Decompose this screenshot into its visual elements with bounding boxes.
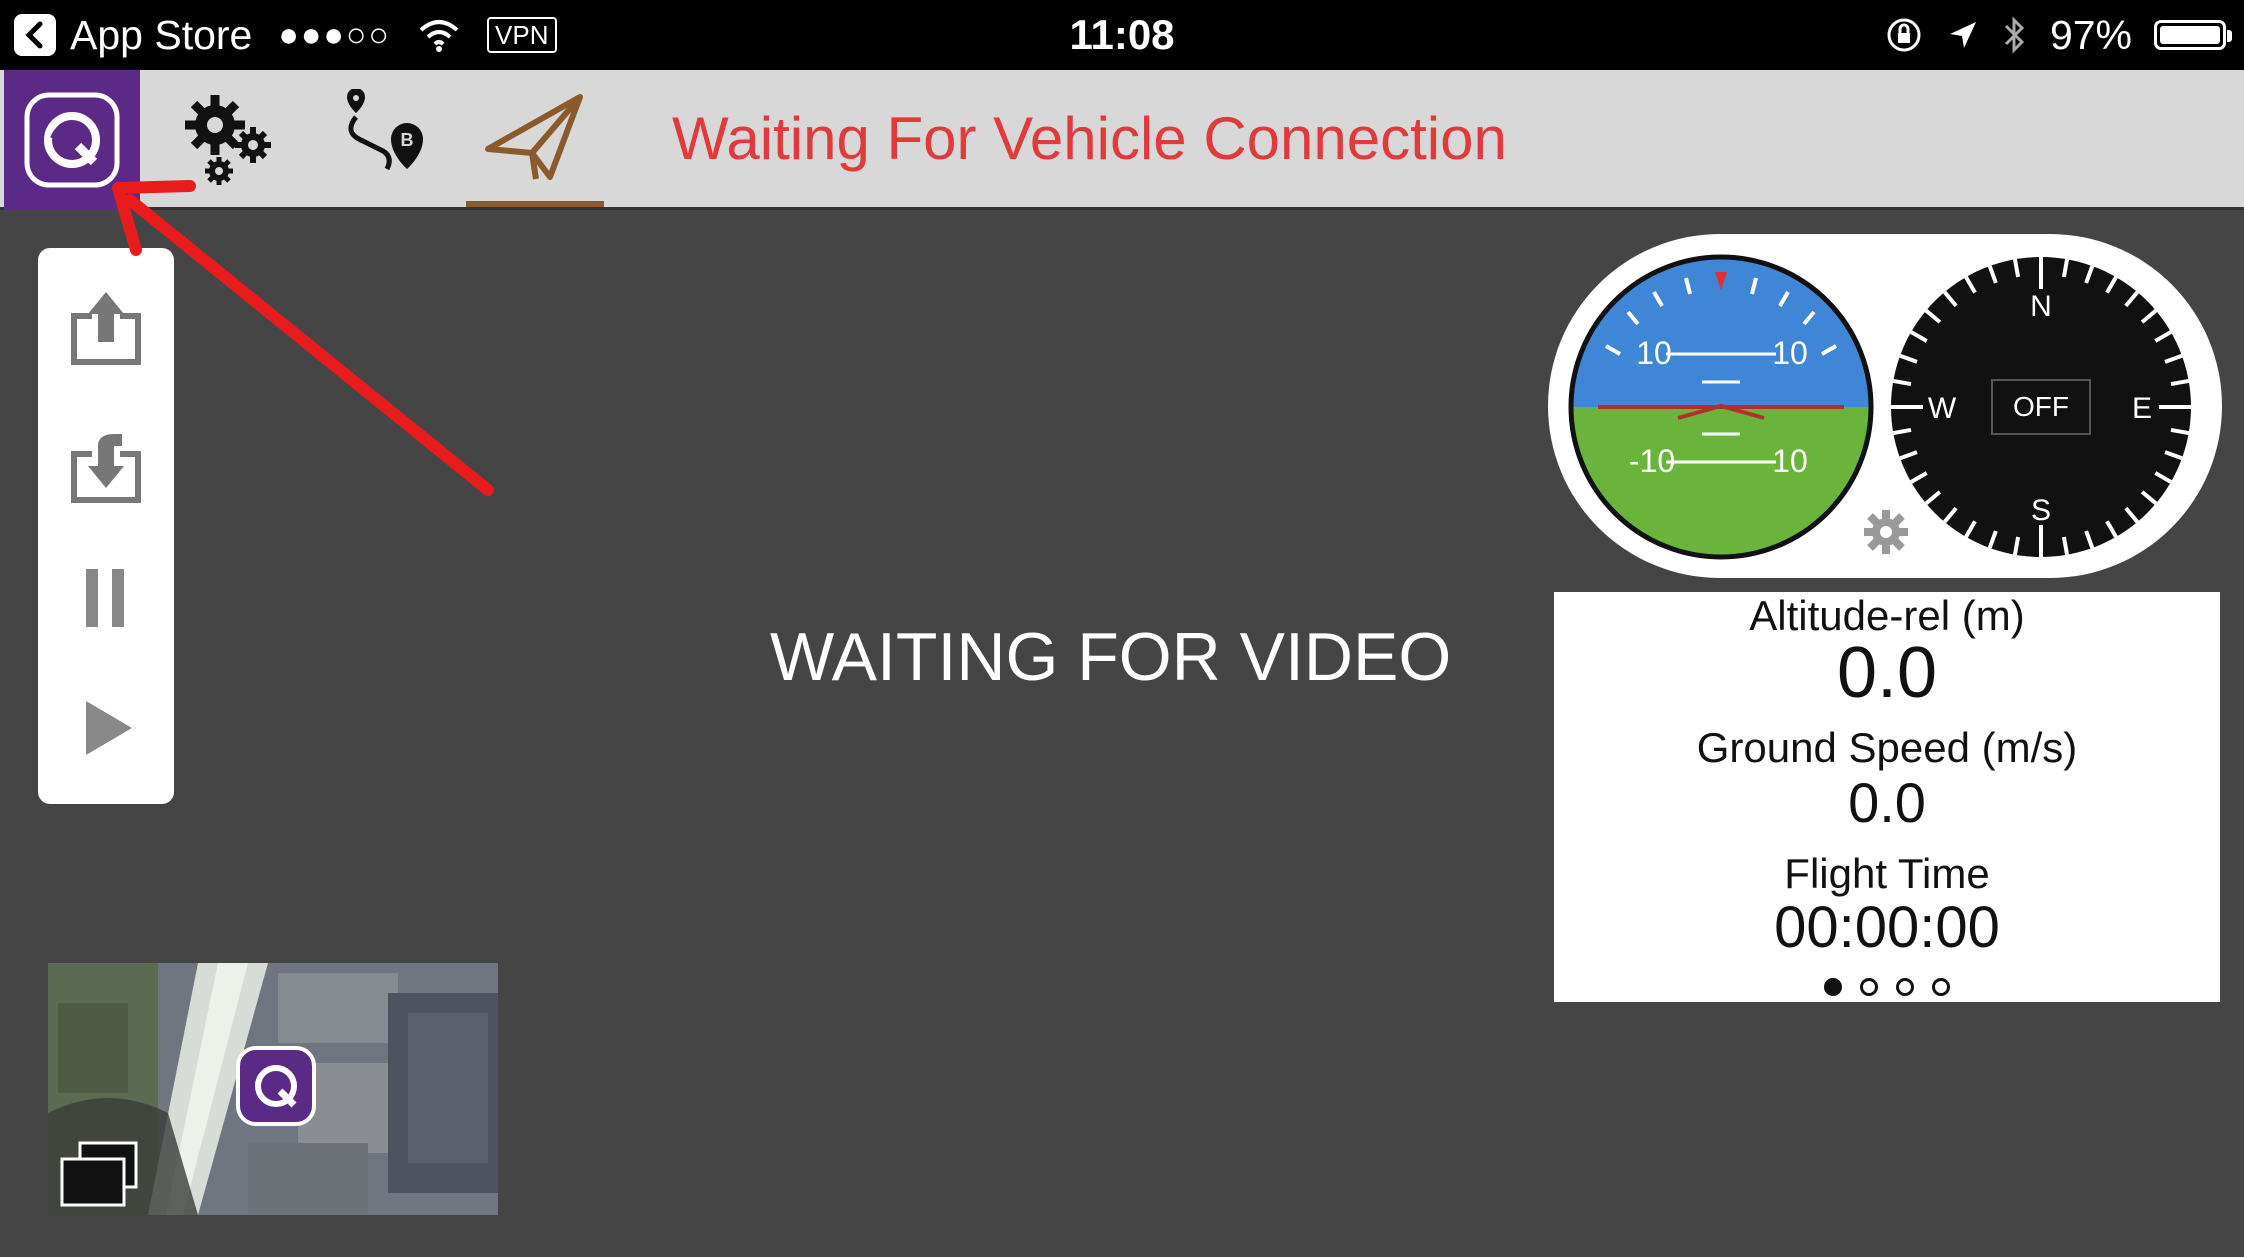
mini-map[interactable]	[48, 963, 498, 1215]
rotation-lock-icon	[1887, 18, 1921, 52]
location-icon	[1949, 22, 1976, 48]
main-toolbar: B Waiting For Vehicle Connection	[0, 70, 2244, 210]
ground-speed-label: Ground Speed (m/s)	[1696, 724, 2078, 771]
battery-icon	[2154, 20, 2232, 50]
battery-percent: 97%	[2049, 11, 2132, 58]
fly-view-button[interactable]	[466, 70, 604, 207]
pitch-label-lower-left: -10	[1629, 443, 1675, 479]
pitch-label-lower-right: 10	[1772, 443, 1808, 479]
plan-route-button[interactable]: B	[318, 70, 448, 207]
fly-icon	[485, 93, 583, 180]
play-button[interactable]	[38, 668, 174, 788]
compass-north: N	[2030, 290, 2052, 323]
status-bar: App Store ●●●○○ VPN 11:08 97%	[0, 0, 2244, 70]
compass-east: E	[2132, 392, 2152, 425]
play-icon	[86, 701, 132, 755]
telemetry-page-indicator[interactable]	[1554, 978, 2220, 996]
altitude-value: 0.0	[1836, 633, 1938, 713]
gears-icon	[185, 94, 271, 185]
compass-west: W	[1928, 392, 1957, 425]
page-dot[interactable]	[1824, 978, 1842, 996]
route-plan-icon: B	[347, 88, 423, 170]
pause-icon	[86, 569, 124, 627]
pitch-label-upper-left: 10	[1636, 335, 1672, 371]
vehicle-settings-button[interactable]	[164, 70, 294, 207]
compass-south: S	[2031, 494, 2051, 527]
compass-indicator: N S E W OFF	[1891, 257, 2191, 557]
instrument-panel: 10 10 -10 10 N S E W OFF	[1548, 234, 2222, 578]
attitude-indicator: 10 10 -10 10	[1568, 254, 1874, 560]
svg-text:B: B	[401, 130, 414, 150]
status-right: 97%	[1884, 8, 2232, 62]
connection-status: Waiting For Vehicle Connection	[672, 105, 1507, 172]
attitude-ground	[1571, 407, 1871, 557]
pause-button[interactable]	[38, 538, 174, 658]
app-logo-icon	[24, 92, 120, 188]
ground-speed-value: 0.0	[1848, 771, 1926, 834]
page-dot[interactable]	[1896, 978, 1914, 996]
compass-state: OFF	[2013, 391, 2069, 422]
telemetry-panel: Altitude-rel (m) 0.0 Ground Speed (m/s) …	[1554, 592, 2220, 1002]
instrument-settings-icon[interactable]	[1860, 506, 1912, 558]
swap-view-icon[interactable]	[56, 1139, 142, 1209]
download-mission-button[interactable]	[38, 406, 174, 526]
download-icon	[71, 434, 141, 503]
mission-action-panel	[38, 248, 174, 804]
upload-icon	[71, 292, 141, 365]
bluetooth-icon	[2004, 16, 2025, 54]
page-dot[interactable]	[1860, 978, 1878, 996]
flight-time-value: 00:00:00	[1774, 895, 2000, 960]
upload-mission-button[interactable]	[38, 268, 174, 388]
page-dot[interactable]	[1932, 978, 1950, 996]
app-logo-button[interactable]	[4, 70, 140, 210]
flight-time-label: Flight Time	[1784, 850, 1990, 897]
active-tab-indicator	[466, 201, 604, 207]
pitch-label-upper-right: 10	[1772, 335, 1808, 371]
